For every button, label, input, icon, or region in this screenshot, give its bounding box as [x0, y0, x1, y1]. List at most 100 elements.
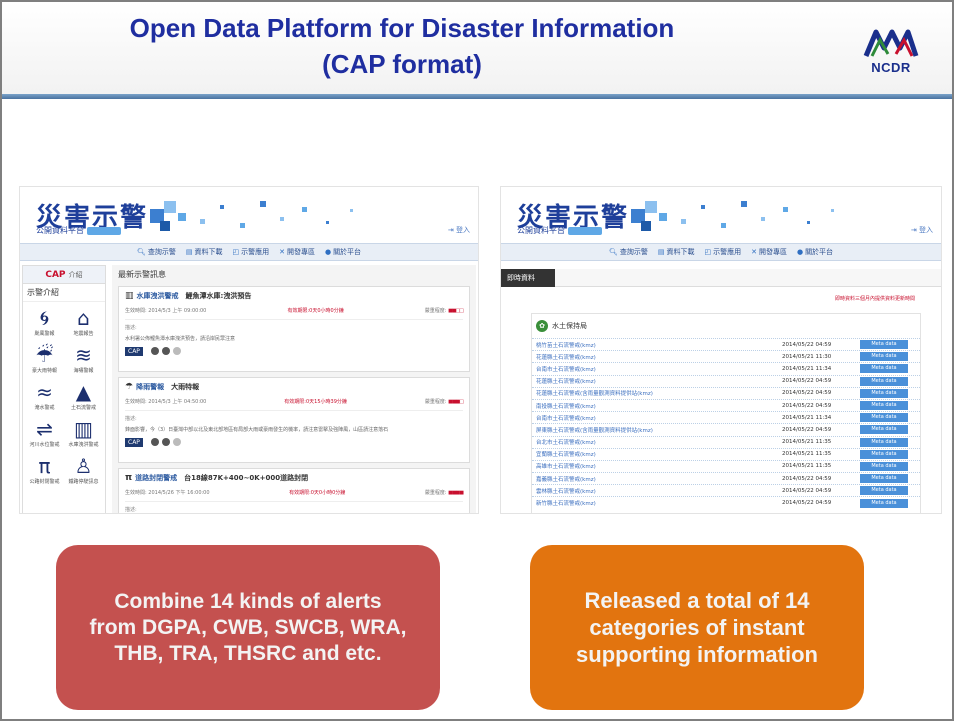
- alert-card-desc-label: 描述:: [125, 501, 463, 513]
- info-icon: ●: [324, 248, 332, 256]
- share-icon[interactable]: [172, 438, 181, 446]
- download-icon: ▤: [185, 248, 193, 256]
- cap-badge[interactable]: CAP: [125, 438, 143, 447]
- metadata-button[interactable]: Meta data: [860, 474, 908, 484]
- nav-developer[interactable]: ✕ 開發專區: [279, 247, 315, 257]
- metadata-button[interactable]: Meta data: [860, 352, 908, 362]
- alert-type-reservoir[interactable]: ▥ 水庫洩洪警戒: [64, 417, 103, 448]
- nav-data-download[interactable]: ▤ 資料下載: [658, 247, 695, 257]
- ncdr-logo-mark-icon: [863, 29, 919, 57]
- nav-query-alerts[interactable]: 🔍︎ 查詢示警: [137, 247, 176, 257]
- severity-meter: ■■■■: [448, 490, 464, 496]
- nav-alert-apps[interactable]: ◰ 示警應用: [704, 247, 741, 257]
- alert-card[interactable]: ☂︎ 降雨警報 大雨特報 生效時間: 2014/5/3 上午 04:50:00 有效…: [118, 377, 470, 463]
- alerts-summary-callout: Combine 14 kinds of alerts from DGPA, CW…: [56, 545, 440, 710]
- metadata-button[interactable]: Meta data: [860, 437, 908, 447]
- dataset-link[interactable]: 花蓮縣土石流警戒(kmz): [532, 377, 782, 385]
- metadata-button[interactable]: Meta data: [860, 461, 908, 471]
- slide: Open Data Platform for Disaster Informat…: [0, 0, 954, 721]
- nav-developer[interactable]: ✕ 開發專區: [751, 247, 787, 257]
- table-row: 南投縣土石流警戒(kmz) 2014/05/22 04:59 Meta data: [532, 398, 920, 411]
- alert-type-tsunami[interactable]: ≋ 海嘯警報: [64, 343, 103, 374]
- alert-type-road[interactable]: π 公路封閉警戒: [25, 454, 64, 485]
- feed-title: 最新示警訊息: [118, 270, 166, 279]
- metadata-button[interactable]: Meta data: [860, 388, 908, 398]
- typhoon-icon: 🌀︎: [39, 306, 50, 330]
- alert-type-rail[interactable]: ♙ 鐵路停駛訊息: [64, 454, 103, 485]
- metadata-button[interactable]: Meta data: [860, 425, 908, 435]
- severity-meter: ■■■□: [448, 399, 464, 405]
- nav-about[interactable]: ● 關於平台: [325, 247, 361, 257]
- facebook-icon[interactable]: [150, 347, 159, 355]
- nav-query-alerts[interactable]: 🔍︎ 查詢示警: [609, 247, 648, 257]
- alert-type-flood[interactable]: ≈ 淹水警戒: [25, 380, 64, 411]
- cap-badge[interactable]: CAP: [125, 347, 143, 356]
- main-nav: 🔍︎ 查詢示警 ▤ 資料下載 ◰ 示警應用 ✕ 開發專區 ● 關於平台: [20, 243, 478, 261]
- dataset-link[interactable]: 宜蘭縣土石流警戒(kmz): [532, 450, 782, 458]
- reservoir-icon: ▥: [74, 417, 93, 441]
- metadata-button[interactable]: Meta data: [860, 340, 908, 350]
- nav-data-download[interactable]: ▤ 資料下載: [186, 247, 223, 257]
- twitter-icon[interactable]: [161, 347, 170, 355]
- wave-icon: ≋: [75, 343, 92, 367]
- table-row: 花蓮縣土石流警戒(kmz) 2014/05/21 11:30 Meta data: [532, 350, 920, 362]
- nav-alert-apps[interactable]: ◰ 示警應用: [232, 247, 269, 257]
- alert-card-meta: 生效時間: 2014/5/26 下午 16:00:00 有效期限:0天0小時0分鐘…: [125, 490, 464, 496]
- tab-realtime-data[interactable]: 即時資料: [501, 269, 555, 287]
- alert-card-desc: 鋒面影響，今（3）日臺灣中部以北及東北部地區有局部大雨或豪雨發生的機率，請注意雷…: [125, 427, 389, 433]
- dataset-link[interactable]: 台南市土石流警戒(kmz): [532, 365, 782, 373]
- alert-type-typhoon[interactable]: 🌀︎ 颱風警報: [25, 306, 64, 337]
- info-icon: ●: [796, 248, 804, 256]
- login-link[interactable]: ⇥ 登入: [448, 225, 470, 235]
- alert-type-earthquake[interactable]: ⌂ 地震報告: [64, 306, 103, 337]
- alert-type-river[interactable]: ⇌ 河川水位警戒: [25, 417, 64, 448]
- dataset-updated: 2014/05/22 04:59: [782, 475, 832, 482]
- dataset-link[interactable]: 花蓮縣土石流警戒(含雨量觀測資料提供站(kmz): [532, 389, 782, 397]
- dataset-updated: 2014/05/21 11:35: [782, 463, 832, 470]
- dataset-link[interactable]: 嘉義縣土石流警戒(kmz): [532, 475, 782, 483]
- alert-card-meta: 生效時間: 2014/5/3 上午 04:50:00 有效期限:0天15小時39分…: [125, 399, 464, 405]
- road-icon: π: [38, 454, 51, 478]
- dataset-link[interactable]: 高雄市土石流警戒(kmz): [532, 462, 782, 470]
- dataset-link[interactable]: 新竹縣土石流警戒(kmz): [532, 499, 782, 507]
- metadata-button[interactable]: Meta data: [860, 449, 908, 459]
- twitter-icon[interactable]: [161, 438, 170, 446]
- cap-intro-header[interactable]: CAP 介紹: [23, 266, 105, 284]
- metadata-button[interactable]: Meta data: [860, 498, 908, 508]
- realtime-summary-callout: Released a total of 14 categories of ins…: [530, 545, 864, 710]
- table-row: 新竹縣土石流警戒(kmz) 2014/05/22 04:59 Meta data: [532, 496, 920, 508]
- alert-type-debris-flow[interactable]: ▲ 土石流警戒: [64, 380, 103, 411]
- login-link[interactable]: ⇥ 登入: [911, 225, 933, 235]
- metadata-button[interactable]: Meta data: [860, 413, 908, 423]
- table-row: 雲林縣土石流警戒(kmz) 2014/05/22 04:59 Meta data: [532, 484, 920, 496]
- dataset-link[interactable]: 花蓮縣土石流警戒(kmz): [532, 353, 782, 361]
- alert-card[interactable]: ▥ 水庫洩洪警戒 鯉魚潭水庫:洩洪預告 生效時間: 2014/5/3 上午 09:…: [118, 286, 470, 372]
- dataset-updated: 2014/05/22 04:59: [782, 390, 832, 397]
- alert-type-rain[interactable]: ☔︎ 豪大雨特報: [25, 343, 64, 374]
- dataset-link[interactable]: 南投縣土石流警戒(kmz): [532, 402, 782, 410]
- nav-about[interactable]: ● 關於平台: [797, 247, 833, 257]
- dataset-updated: 2014/05/21 11:35: [782, 451, 832, 458]
- main-nav: 🔍︎ 查詢示警 ▤ 資料下載 ◰ 示警應用 ✕ 開發專區 ● 關於平台: [501, 243, 941, 261]
- share-icon[interactable]: [172, 347, 181, 355]
- table-row: 花蓮縣土石流警戒(kmz) 2014/05/22 04:59 Meta data: [532, 374, 920, 387]
- ncdr-logo-text: NCDR: [871, 60, 911, 75]
- metadata-button[interactable]: Meta data: [860, 486, 908, 496]
- alert-card-meta: 生效時間: 2014/5/3 上午 09:00:00 有效期限:0天0小時0分鐘嚴…: [125, 308, 464, 314]
- dataset-updated: 2014/05/21 11:34: [782, 414, 832, 421]
- metadata-button[interactable]: Meta data: [860, 376, 908, 386]
- dataset-link[interactable]: 屏東縣土石流警戒(含雨量觀測資料提供站(kmz): [532, 426, 782, 434]
- dataset-link[interactable]: 台南市土石流警戒(kmz): [532, 414, 782, 422]
- facebook-icon[interactable]: [150, 438, 159, 446]
- agency-logo-icon: ✿: [536, 320, 548, 332]
- table-row: 台南市土石流警戒(kmz) 2014/05/21 11:34 Meta data: [532, 411, 920, 423]
- dataset-updated: 2014/05/22 04:59: [782, 426, 832, 433]
- metadata-button[interactable]: Meta data: [860, 401, 908, 411]
- dataset-link[interactable]: 桃竹苗土石流警戒(kmz): [532, 341, 782, 349]
- ncdr-logo: NCDR: [862, 26, 920, 76]
- cap-sidebar: CAP 介紹 示警介紹 🌀︎ 颱風警報 ⌂ 地震報告 ☔︎ 豪大雨特報 ≋ 海嘯警報 ≈…: [22, 265, 106, 513]
- dataset-link[interactable]: 雲林縣土石流警戒(kmz): [532, 487, 782, 495]
- metadata-button[interactable]: Meta data: [860, 364, 908, 374]
- alert-card[interactable]: π 道路封閉警戒 台18線87K+400~0K+000道路封閉 生效時間: 201…: [118, 468, 470, 513]
- dataset-link[interactable]: 台北市土石流警戒(kmz): [532, 438, 782, 446]
